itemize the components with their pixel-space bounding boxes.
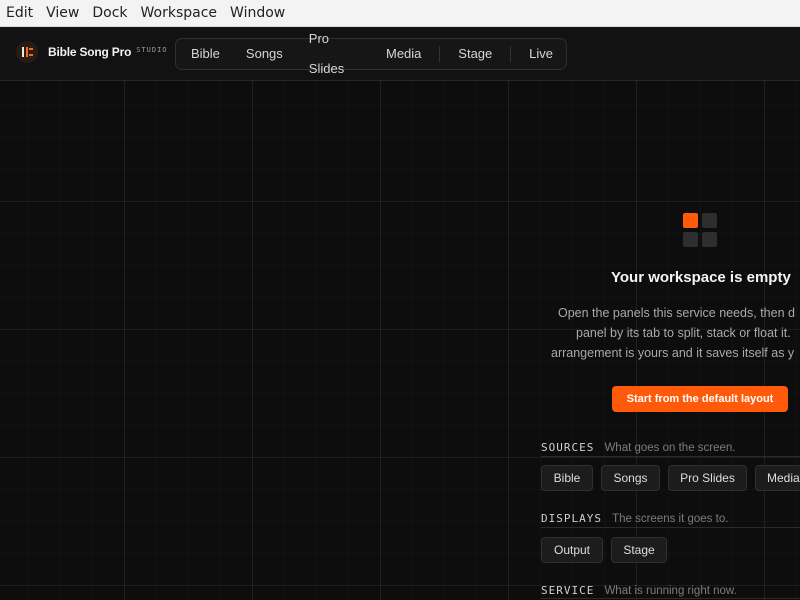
source-chip-pro-slides[interactable]: Pro Slides xyxy=(668,465,747,491)
app-logo-icon xyxy=(16,41,38,63)
tab-live[interactable]: Live xyxy=(516,39,566,69)
service-section-header: SERVICE What is running right now. xyxy=(541,579,737,598)
divider xyxy=(541,598,800,599)
source-chip-media[interactable]: Media xyxy=(755,465,800,491)
sources-label: SOURCES xyxy=(541,441,595,454)
nav-divider xyxy=(439,46,441,62)
main-nav: Bible Songs Pro Slides Media Stage Live xyxy=(175,31,567,76)
default-layout-button[interactable]: Start from the default layout xyxy=(612,386,788,412)
layout-grid-icon xyxy=(683,213,717,247)
divider xyxy=(541,456,800,457)
os-menu-bar: Edit View Dock Workspace Window xyxy=(0,0,800,27)
tab-media[interactable]: Media xyxy=(373,39,434,69)
brand-name: Bible Song Pro xyxy=(48,45,132,59)
displays-hint: The screens it goes to. xyxy=(612,513,729,525)
source-chip-bible[interactable]: Bible xyxy=(541,465,593,491)
displays-label: DISPLAYS xyxy=(541,512,602,525)
tab-bible[interactable]: Bible xyxy=(178,39,233,69)
nav-divider xyxy=(510,46,512,62)
brand-subtitle: STUDIO xyxy=(136,46,168,54)
menu-workspace[interactable]: Workspace xyxy=(141,0,218,27)
description-line: Open the panels this service needs, then… xyxy=(558,306,795,320)
service-label: SERVICE xyxy=(541,584,595,597)
service-hint: What is running right now. xyxy=(604,585,737,597)
menu-view[interactable]: View xyxy=(46,0,79,27)
menu-dock[interactable]: Dock xyxy=(92,0,127,27)
brand: Bible Song Pro STUDIO xyxy=(16,41,168,63)
displays-section-header: DISPLAYS The screens it goes to. xyxy=(541,507,728,526)
sources-section-header: SOURCES What goes on the screen. xyxy=(541,436,736,455)
empty-state-title: Your workspace is empty xyxy=(611,269,791,286)
description-line: arrangement is yours and it saves itself… xyxy=(551,346,795,360)
app-header: Bible Song Pro STUDIO Bible Songs Pro Sl… xyxy=(0,27,800,81)
tab-songs[interactable]: Songs xyxy=(233,39,296,69)
menu-window[interactable]: Window xyxy=(230,0,285,27)
source-chip-songs[interactable]: Songs xyxy=(601,465,660,491)
tab-pro-slides[interactable]: Pro Slides xyxy=(296,24,373,84)
menu-edit[interactable]: Edit xyxy=(6,0,33,27)
description-line: panel by its tab to split, stack or floa… xyxy=(576,326,791,340)
sources-hint: What goes on the screen. xyxy=(604,442,736,454)
display-chip-output[interactable]: Output xyxy=(541,537,603,563)
tab-stage[interactable]: Stage xyxy=(445,39,505,69)
display-chip-stage[interactable]: Stage xyxy=(611,537,667,563)
divider xyxy=(541,527,800,528)
